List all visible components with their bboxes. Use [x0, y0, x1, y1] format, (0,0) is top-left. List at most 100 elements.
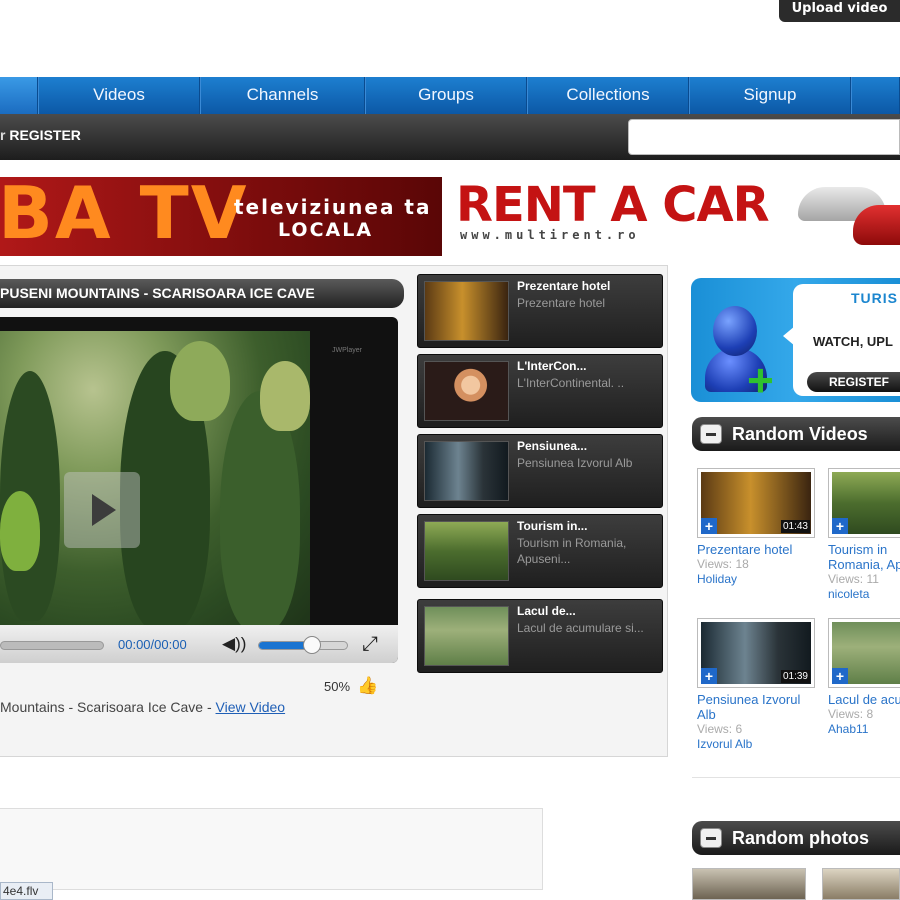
- caption-text: Mountains - Scarisoara Ice Cave -: [0, 699, 216, 715]
- promo-register-button[interactable]: REGISTEF: [807, 372, 900, 392]
- register-link[interactable]: REGISTER: [9, 127, 81, 143]
- related-video-desc: Pensiunea Izvorul Alb: [517, 456, 633, 470]
- tv-banner-tagline: televiziunea ta: [234, 195, 432, 219]
- add-to-list-icon[interactable]: +: [701, 518, 717, 534]
- nav-groups[interactable]: Groups: [365, 77, 527, 114]
- upload-video-button[interactable]: Upload video: [779, 0, 900, 22]
- collapse-icon[interactable]: [700, 424, 722, 444]
- comments-box: [0, 808, 543, 890]
- status-bar: 4e4.flv: [0, 882, 53, 900]
- nav-home-tab[interactable]: [0, 77, 38, 114]
- random-video-title[interactable]: Prezentare hotel: [697, 542, 815, 557]
- fullscreen-icon[interactable]: ⤢: [362, 633, 378, 656]
- random-video-title[interactable]: Lacul de acumulare: [828, 692, 900, 707]
- random-video-thumbnail[interactable]: +: [828, 468, 900, 538]
- random-photos-header[interactable]: Random photos: [692, 821, 900, 855]
- nav-collections[interactable]: Collections: [527, 77, 689, 114]
- add-to-list-icon[interactable]: +: [832, 518, 848, 534]
- video-duration: 01:43: [780, 520, 810, 533]
- random-videos-header[interactable]: Random Videos: [692, 417, 900, 451]
- related-video-title: Lacul de...: [517, 604, 576, 618]
- tv-banner-subtitle: LOCALA: [278, 219, 374, 241]
- related-video-item[interactable]: Pensiunea... Pensiunea Izvorul Alb: [417, 434, 663, 508]
- rent-a-car-title: RENT A CAR: [456, 177, 770, 233]
- nav-signup[interactable]: Signup: [689, 77, 851, 114]
- player-logo: JWPlayer: [332, 347, 362, 354]
- random-video-views: Views: 11: [828, 572, 879, 586]
- video-caption: Mountains - Scarisoara Ice Cave - View V…: [0, 699, 285, 715]
- nav-extra-tab[interactable]: [851, 77, 900, 114]
- video-thumbnail: [424, 606, 509, 666]
- related-video-title: Tourism in...: [517, 519, 588, 533]
- random-video-thumbnail[interactable]: + 01:39: [697, 618, 815, 688]
- random-video-info: Lacul de acumulare Views: 8 Ahab11: [828, 692, 900, 737]
- tv-banner[interactable]: BA TV televiziunea ta LOCALA: [0, 177, 442, 256]
- random-video-title[interactable]: Pensiunea Izvorul Alb: [697, 692, 815, 722]
- rent-a-car-banner[interactable]: RENT A CAR www.multirent.ro: [448, 177, 900, 256]
- user-avatar-icon: [713, 306, 757, 356]
- tv-banner-logo-text: BA TV: [0, 177, 249, 255]
- volume-icon[interactable]: ◀)): [222, 634, 248, 654]
- video-title: PUSENI MOUNTAINS - SCARISOARA ICE CAVE: [0, 285, 315, 301]
- random-videos-title: Random Videos: [732, 424, 868, 444]
- random-video-thumbnail[interactable]: +: [828, 618, 900, 688]
- search-input[interactable]: [628, 119, 900, 155]
- forest-highlight: [0, 491, 40, 571]
- forest-highlight: [170, 341, 230, 421]
- register-promo[interactable]: + TURIS WATCH, UPL REGISTEF: [691, 278, 900, 402]
- main-nav: Videos Channels Groups Collections Signu…: [0, 77, 900, 114]
- forest-highlight: [260, 361, 310, 431]
- video-frame[interactable]: [0, 331, 310, 631]
- random-photo-thumbnail[interactable]: [692, 868, 806, 900]
- related-video-item[interactable]: Tourism in... Tourism in Romania, Apusen…: [417, 514, 663, 588]
- rating-percent: 50%: [324, 679, 351, 694]
- random-video-title[interactable]: Tourism in Romania, Apuseni...: [828, 542, 900, 572]
- play-icon[interactable]: [64, 472, 140, 548]
- random-video-views: Views: 6: [697, 722, 743, 736]
- nav-channels[interactable]: Channels: [200, 77, 365, 114]
- related-video-item[interactable]: Lacul de... Lacul de acumulare si...: [417, 599, 663, 673]
- random-photo-thumbnail[interactable]: [822, 868, 900, 900]
- random-video-user[interactable]: Ahab11: [828, 722, 900, 737]
- login-prefix: r: [0, 127, 10, 143]
- related-video-item[interactable]: L'InterCon... L'InterContinental. ..: [417, 354, 663, 428]
- collapse-icon[interactable]: [700, 828, 722, 848]
- related-video-desc: Tourism in Romania, Apuseni...: [517, 536, 627, 566]
- login-links: r REGISTER: [0, 127, 81, 143]
- random-video-views: Views: 18: [697, 557, 749, 571]
- random-video-user[interactable]: nicoleta: [828, 587, 900, 602]
- related-video-title: Pensiunea...: [517, 439, 588, 453]
- add-to-list-icon[interactable]: +: [701, 668, 717, 684]
- related-video-desc: Lacul de acumulare si...: [517, 621, 644, 635]
- random-video-user[interactable]: Holiday: [697, 572, 815, 587]
- promo-title: TURIS: [851, 290, 898, 306]
- video-duration: 01:39: [780, 670, 810, 683]
- timecode: 00:00/00:00: [118, 637, 187, 652]
- random-video-thumbnail[interactable]: + 01:43: [697, 468, 815, 538]
- related-video-desc: Prezentare hotel: [517, 296, 606, 310]
- related-video-title: Prezentare hotel: [517, 279, 611, 293]
- video-thumbnail: [424, 281, 509, 341]
- promo-text: WATCH, UPL: [813, 334, 893, 349]
- video-thumbnail: [424, 521, 509, 581]
- add-to-list-icon[interactable]: +: [832, 668, 848, 684]
- random-photos-title: Random photos: [732, 828, 869, 848]
- related-video-item[interactable]: Prezentare hotel Prezentare hotel: [417, 274, 663, 348]
- view-video-link[interactable]: View Video: [216, 699, 286, 715]
- random-video-info: Prezentare hotel Views: 18 Holiday: [697, 542, 815, 587]
- rent-a-car-url: www.multirent.ro: [460, 228, 640, 242]
- nav-videos[interactable]: Videos: [38, 77, 200, 114]
- thumbs-up-icon[interactable]: 👍: [357, 676, 378, 696]
- random-video-views: Views: 8: [828, 707, 874, 721]
- related-video-desc: L'InterContinental. ..: [517, 376, 625, 390]
- video-thumbnail: [424, 361, 509, 421]
- seek-bar[interactable]: [0, 641, 104, 650]
- section-divider: [692, 777, 900, 778]
- random-video-user[interactable]: Izvorul Alb: [697, 737, 815, 752]
- player-controls: 00:00/00:00 ◀)) ⤢: [0, 625, 398, 663]
- video-thumbnail: [424, 441, 509, 501]
- volume-knob[interactable]: [303, 636, 321, 654]
- random-video-info: Pensiunea Izvorul Alb Views: 6 Izvorul A…: [697, 692, 815, 752]
- video-player[interactable]: JWPlayer 00:00/00:00 ◀)) ⤢: [0, 317, 398, 663]
- page: Upload video Videos Channels Groups Coll…: [0, 0, 900, 900]
